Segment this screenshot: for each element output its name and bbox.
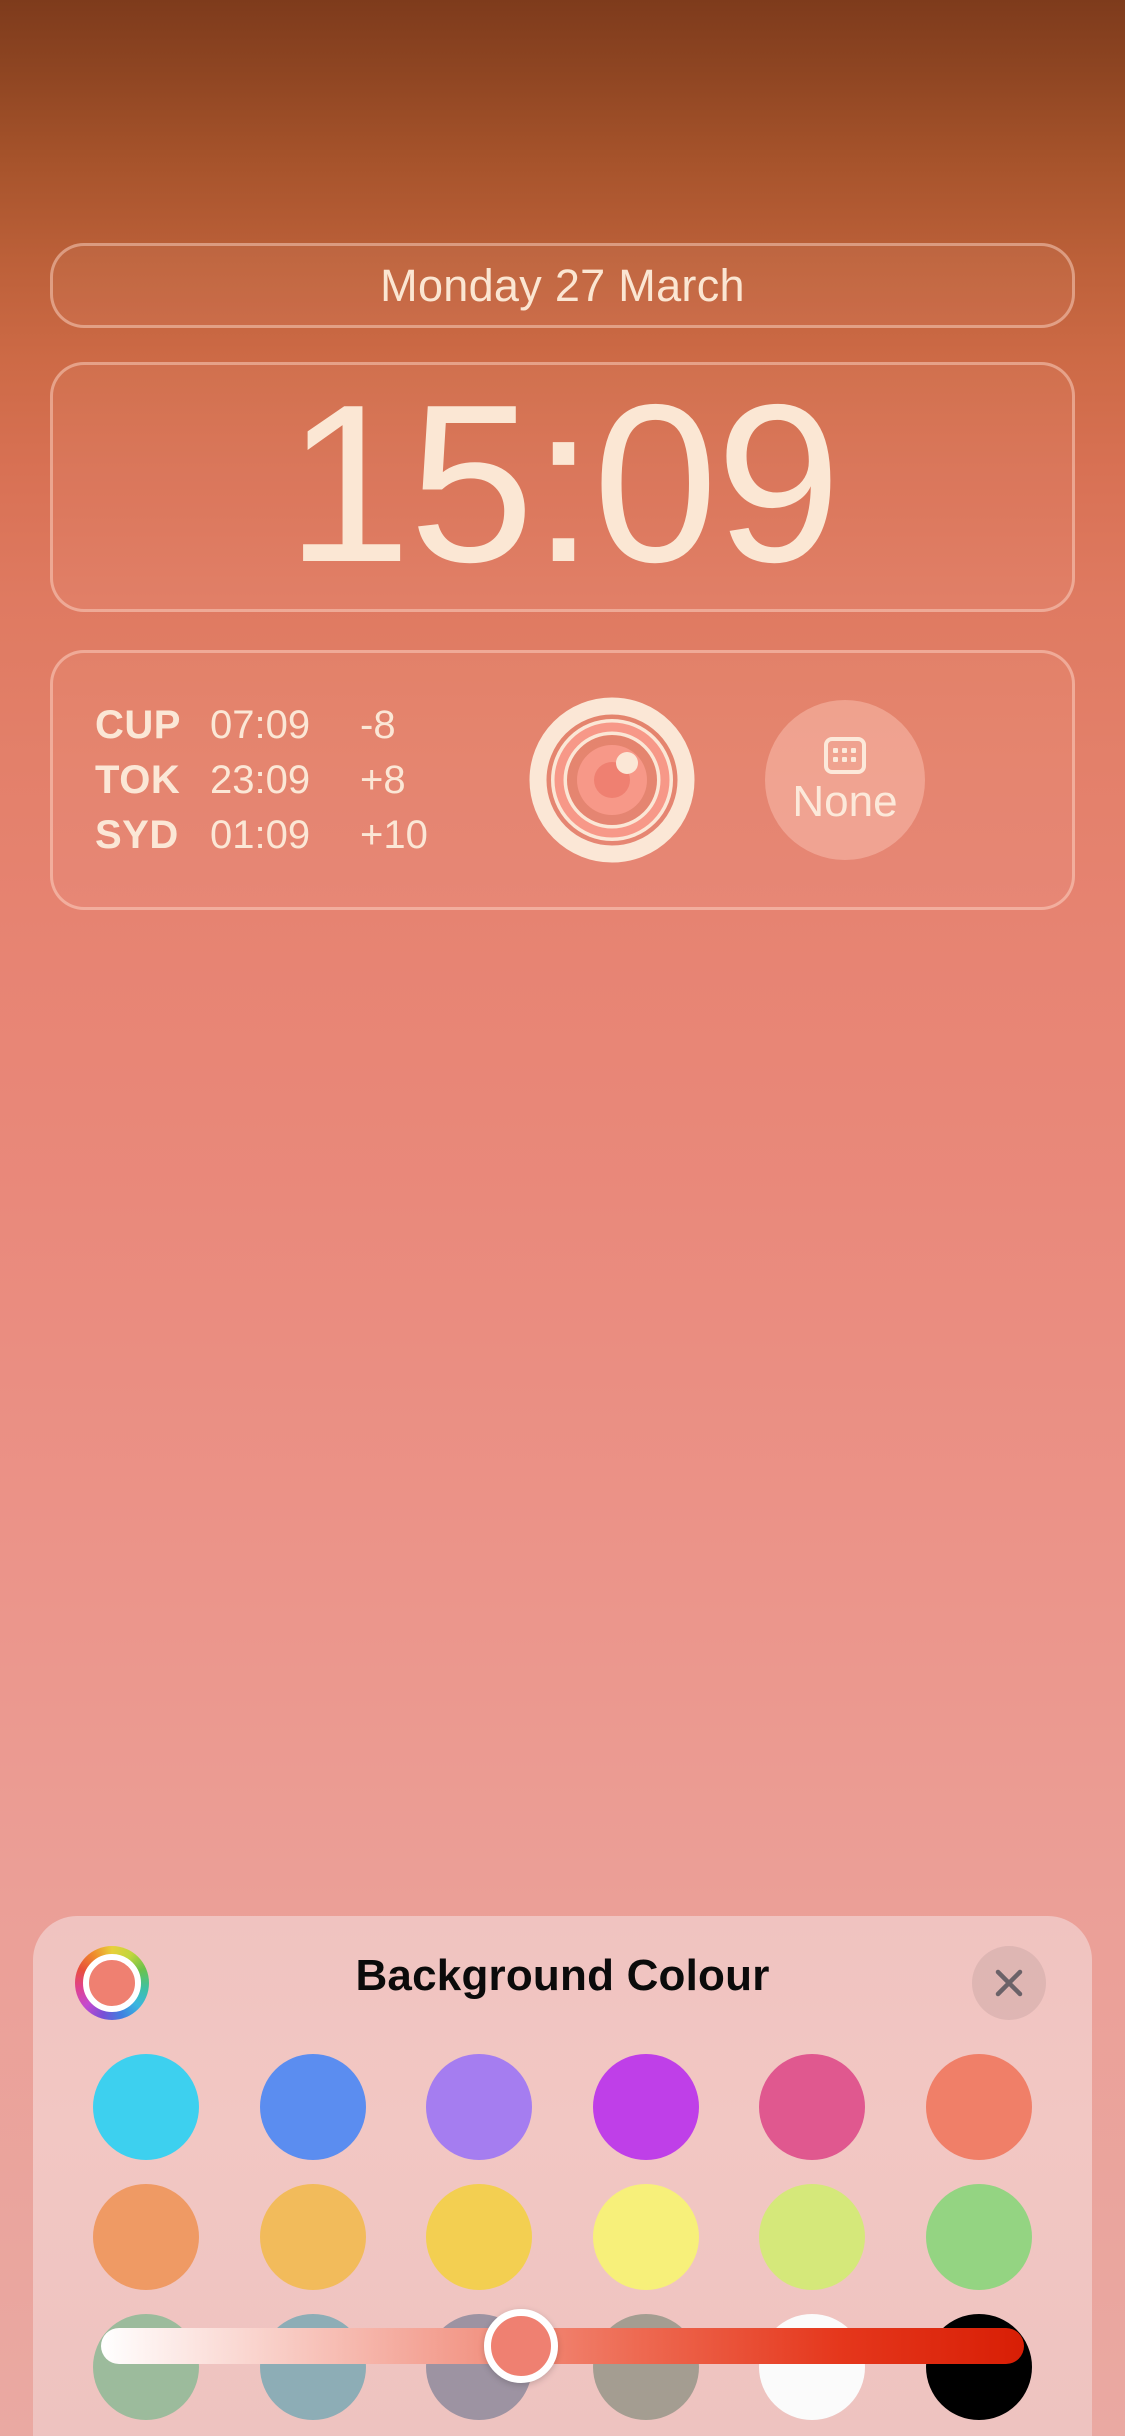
city-code: CUP	[95, 702, 181, 747]
brightness-slider-thumb[interactable]	[483, 2309, 558, 2383]
sheet-title: Background Colour	[355, 1951, 770, 2000]
calendar-none-widget[interactable]: None	[765, 700, 925, 860]
colour-wheel-current-swatch	[83, 1954, 141, 2012]
brightness-slider[interactable]	[101, 2309, 1024, 2383]
lock-screen-customisation: Monday 27 March 15:09 CUP 07:09 -8 TOK 2…	[0, 0, 1125, 2436]
colour-swatch[interactable]	[426, 2054, 533, 2160]
city-time: 01:09	[210, 812, 311, 857]
city-offset: -8	[360, 702, 396, 747]
city-code: TOK	[95, 757, 181, 802]
city-time: 23:09	[210, 757, 311, 802]
city-time: 07:09	[210, 702, 311, 747]
swatch-row	[93, 2184, 1032, 2290]
calendar-none-label: None	[792, 777, 898, 826]
swatch-row	[93, 2054, 1032, 2160]
date-widget[interactable]: Monday 27 March	[50, 243, 1075, 328]
widgets-row[interactable]: CUP 07:09 -8 TOK 23:09 +8 SYD 01:09 +10	[50, 650, 1075, 910]
close-icon	[995, 1969, 1023, 1997]
city-offset: +8	[360, 757, 406, 802]
world-clock-row: TOK 23:09 +8	[95, 758, 515, 803]
clock-widget[interactable]: 15:09	[50, 362, 1075, 612]
world-clock-row: SYD 01:09 +10	[95, 813, 515, 858]
calendar-icon	[824, 737, 866, 774]
colour-swatch[interactable]	[426, 2184, 533, 2290]
sheet-header: Background Colour	[33, 1916, 1092, 2036]
colour-swatch[interactable]	[759, 2184, 866, 2290]
activity-rings-widget[interactable]	[527, 695, 697, 865]
colour-swatch[interactable]	[259, 2054, 366, 2160]
city-offset: +10	[360, 812, 428, 857]
colour-swatch[interactable]	[925, 2054, 1032, 2160]
activity-rings-icon	[529, 697, 695, 863]
background-colour-sheet: Background Colour	[33, 1916, 1092, 2436]
colour-swatch[interactable]	[925, 2184, 1032, 2290]
colour-swatch[interactable]	[592, 2184, 699, 2290]
brightness-slider-wrap	[33, 2309, 1092, 2383]
city-code: SYD	[95, 812, 179, 857]
colour-swatch[interactable]	[259, 2184, 366, 2290]
colour-wheel-icon[interactable]	[75, 1946, 149, 2020]
colour-swatch[interactable]	[759, 2054, 866, 2160]
date-text: Monday 27 March	[380, 259, 745, 311]
world-clock-row: CUP 07:09 -8	[95, 703, 515, 748]
colour-swatch[interactable]	[93, 2054, 199, 2160]
close-button[interactable]	[972, 1946, 1046, 2020]
colour-swatch[interactable]	[93, 2184, 199, 2290]
clock-time: 15:09	[285, 356, 841, 609]
world-clock-widget[interactable]: CUP 07:09 -8 TOK 23:09 +8 SYD 01:09 +10	[95, 703, 515, 858]
colour-swatch[interactable]	[592, 2054, 699, 2160]
